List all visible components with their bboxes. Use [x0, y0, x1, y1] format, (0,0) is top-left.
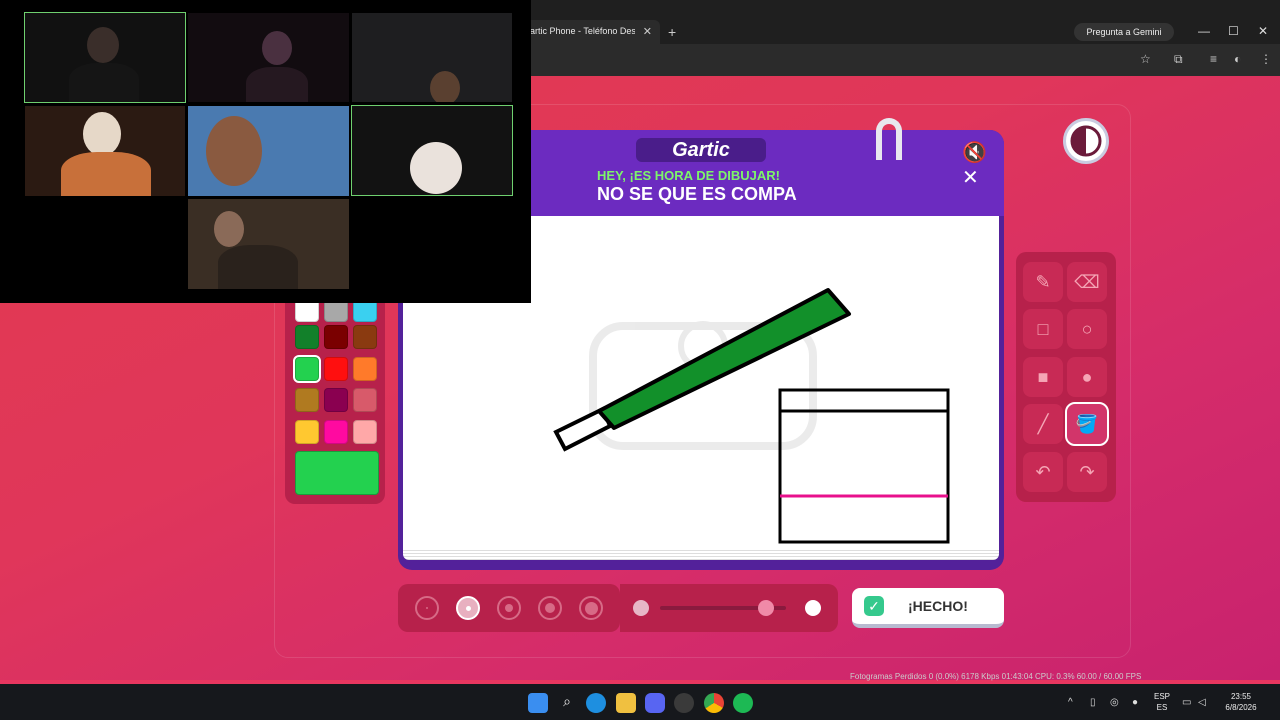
network-icon[interactable]: ▭ [1182, 697, 1191, 708]
color-swatch[interactable] [295, 420, 319, 444]
webcam-tile [188, 199, 349, 289]
tool-ellipse-fill-icon[interactable]: ● [1067, 357, 1107, 397]
done-button[interactable]: ✓ ¡HECHO! [852, 588, 1004, 628]
sync-icon: ◎ [1110, 697, 1119, 708]
clock-time: 23:55 [1230, 692, 1252, 701]
brush-size-button[interactable] [579, 596, 603, 620]
tool-rect-outline-icon[interactable]: □ [1023, 309, 1063, 349]
extensions-icon[interactable]: ⧉ [1174, 52, 1183, 67]
webcam-tile [351, 105, 513, 196]
color-swatch[interactable] [353, 388, 377, 412]
media-icon[interactable]: ≡ [1210, 52, 1217, 66]
start-icon[interactable] [528, 693, 548, 713]
battery-icon: ▯ [1090, 697, 1096, 708]
file-explorer-icon[interactable] [616, 693, 636, 713]
tray-chevron-icon[interactable]: ^ [1068, 697, 1073, 708]
brush-size-dot [465, 605, 471, 611]
obs-status-bar: Fotogramas Perdidos 0 (0.0%) 6178 Kbps 0… [850, 672, 1142, 681]
color-swatch[interactable] [353, 357, 377, 381]
tool-rect-fill-icon[interactable]: ■ [1023, 357, 1063, 397]
chrome-icon[interactable] [704, 693, 724, 713]
webcam-tile [24, 12, 186, 103]
webcam-tile [188, 13, 349, 102]
brush-size-button[interactable] [456, 596, 480, 620]
bookmark-star-icon[interactable]: ☆ [1140, 52, 1151, 66]
current-color-swatch [295, 451, 379, 495]
tool-line-icon[interactable]: ╱ [1023, 404, 1063, 444]
input-language[interactable]: ESP ES [1152, 691, 1172, 713]
mic-icon[interactable]: ● [1132, 697, 1138, 708]
color-swatch[interactable] [324, 357, 348, 381]
gartic-logo: Gartic [636, 138, 766, 162]
tool-eraser-icon[interactable]: ⌫ [1067, 262, 1107, 302]
tool-pencil-icon[interactable]: ✎ [1023, 262, 1063, 302]
brush-size-dot [426, 607, 428, 609]
brush-size-dot [545, 603, 555, 613]
paper-clip-decoration [876, 118, 902, 160]
tool-undo-icon[interactable]: ↶ [1023, 452, 1063, 492]
keyboard-code: ES [1156, 703, 1168, 712]
profile-icon[interactable]: ◐ [1234, 52, 1241, 66]
brush-size-dot [505, 604, 513, 612]
windows-taskbar [0, 684, 1280, 720]
tool-redo-icon[interactable]: ↷ [1067, 452, 1107, 492]
mute-icon[interactable]: 🔇✕ [962, 140, 994, 189]
volume-icon[interactable]: ◁ [1198, 697, 1206, 708]
check-icon: ✓ [864, 596, 884, 616]
tab-close-icon[interactable]: ✕ [643, 25, 652, 38]
color-swatch[interactable] [324, 325, 348, 349]
instruction-text: HEY, ¡ES HORA DE DIBUJAR! [597, 168, 780, 183]
color-swatch[interactable] [293, 355, 321, 383]
webcam-overlay [0, 0, 531, 303]
color-swatch[interactable] [324, 388, 348, 412]
language-code: ESP [1153, 692, 1170, 701]
brush-size-button[interactable] [415, 596, 439, 620]
opacity-max-knob [805, 600, 821, 616]
brush-size-dot [584, 601, 598, 615]
opacity-min-knob [633, 600, 649, 616]
maximize-icon[interactable]: ☐ [1228, 24, 1239, 38]
done-label: ¡HECHO! [908, 598, 968, 614]
clock-date: 6/8/2026 [1225, 703, 1257, 712]
canvas-paper-edge [403, 548, 999, 560]
obs-icon[interactable] [674, 693, 694, 713]
minimize-icon[interactable]: — [1198, 24, 1210, 38]
color-swatch[interactable] [353, 325, 377, 349]
brush-size-button[interactable] [538, 596, 562, 620]
close-window-icon[interactable]: ✕ [1258, 24, 1268, 38]
spotify-icon[interactable] [733, 693, 753, 713]
theme-toggle-button[interactable] [1063, 118, 1109, 164]
discord-icon[interactable] [645, 693, 665, 713]
edge-icon[interactable] [586, 693, 606, 713]
browser-tab[interactable]: artic Phone - Teléfono Descon ✕ [520, 20, 660, 44]
search-icon[interactable]: ⌕ [557, 693, 577, 713]
prompt-text: NO SE QUE ES COMPA [597, 184, 797, 204]
webcam-tile [352, 13, 512, 102]
tool-fill-bucket-icon[interactable]: 🪣 [1065, 402, 1109, 446]
system-clock[interactable]: 23:55 6/8/2026 [1214, 691, 1268, 713]
color-swatch[interactable] [295, 325, 319, 349]
tool-ellipse-outline-icon[interactable]: ○ [1067, 309, 1107, 349]
stroke-box [778, 388, 950, 544]
half-circle-icon [1070, 125, 1102, 157]
menu-icon[interactable]: ⋮ [1260, 52, 1272, 66]
tab-title: artic Phone - Teléfono Descon [530, 26, 635, 36]
webcam-tile [188, 106, 349, 196]
gemini-button[interactable]: Pregunta a Gemini [1074, 23, 1174, 41]
color-swatch[interactable] [324, 420, 348, 444]
color-swatch[interactable] [353, 420, 377, 444]
color-swatch[interactable] [295, 388, 319, 412]
new-tab-button[interactable]: + [668, 24, 676, 40]
opacity-slider-handle[interactable] [757, 600, 774, 616]
webcam-tile [25, 106, 185, 196]
brush-size-button[interactable] [497, 596, 521, 620]
